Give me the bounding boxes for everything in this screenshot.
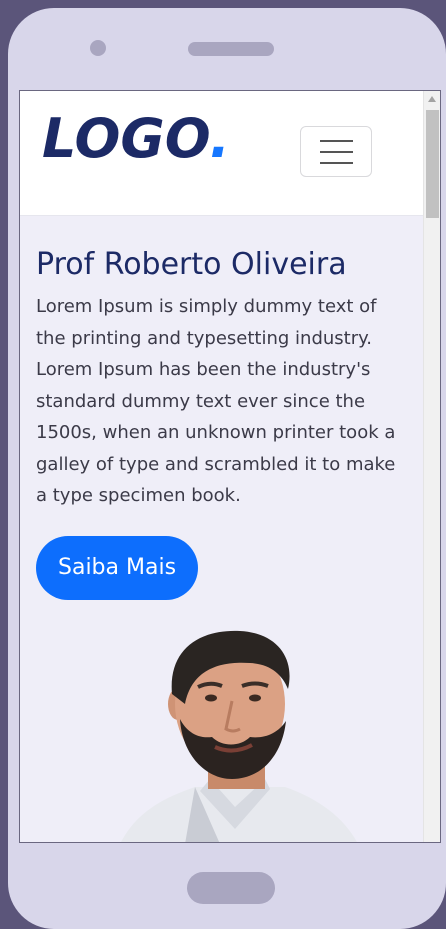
eye-left [205,694,217,702]
saiba-mais-button[interactable]: Saiba Mais [36,535,199,600]
hero-description: Lorem Ipsum is simply dummy text of the … [36,296,396,506]
navbar: LOGO. [20,91,423,216]
logo-text: LOGO [42,107,210,170]
eye-right [249,694,261,702]
hamburger-menu-button[interactable] [300,126,372,177]
speaker-grille [188,42,274,56]
hamburger-line [320,162,353,164]
scroll-up-arrow-icon[interactable] [428,96,436,102]
logo[interactable]: LOGO. [42,104,230,174]
phone-screen: LOGO. Prof Roberto Oliveira Lorem Ipsum … [19,90,441,843]
profile-photo [121,630,357,842]
logo-dot: . [209,107,230,170]
hero-section: Prof Roberto Oliveira Lorem Ipsum is sim… [36,245,408,600]
phone-frame: LOGO. Prof Roberto Oliveira Lorem Ipsum … [8,8,446,929]
camera-dot [90,40,106,56]
home-button[interactable] [187,872,275,904]
scrollbar[interactable] [423,91,440,842]
hamburger-line [320,151,353,153]
hero-title: Prof Roberto Oliveira [36,247,347,282]
scrollbar-thumb[interactable] [426,110,439,218]
hamburger-menu-icon [320,140,353,142]
